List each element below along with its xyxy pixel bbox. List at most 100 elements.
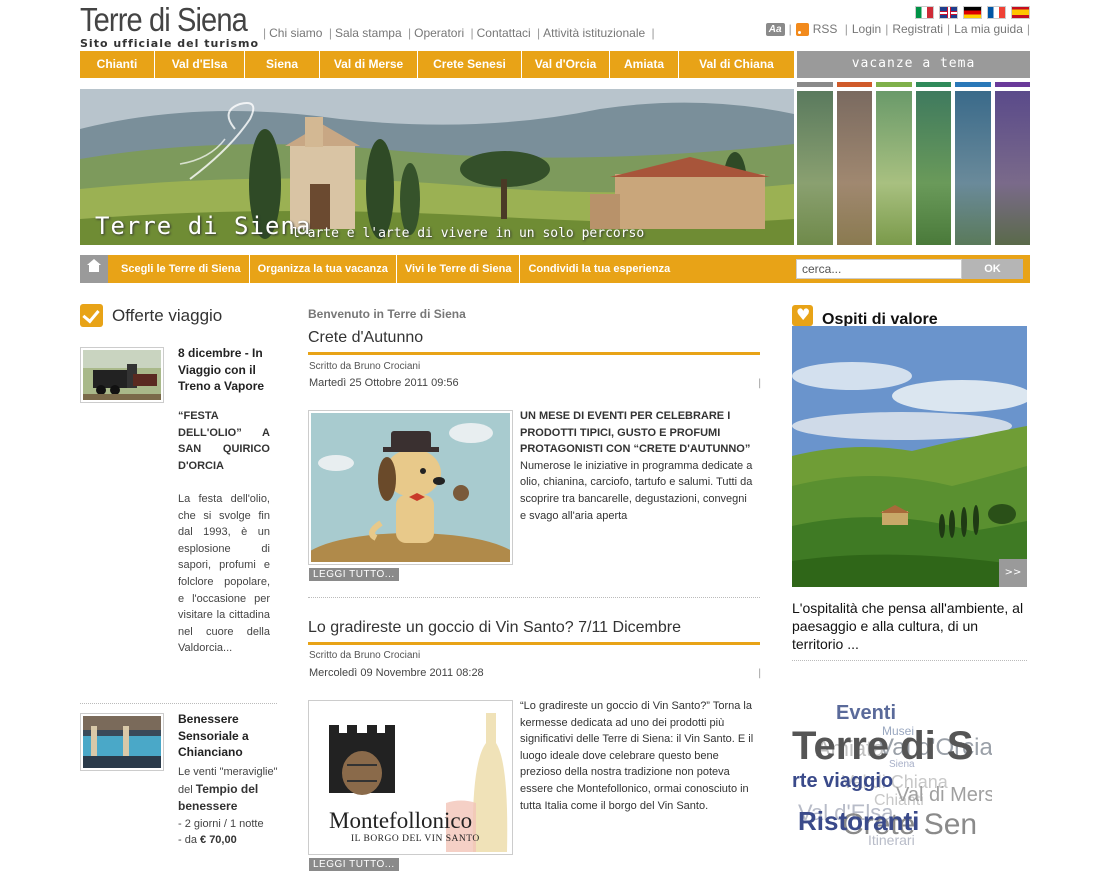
welcome-heading: Benvenuto in Terre di Siena [308, 307, 466, 321]
article-underline [308, 352, 760, 355]
article-title-crete[interactable]: Crete d'Autunno [308, 329, 423, 347]
article-title-vin-santo[interactable]: Lo gradireste un goccio di Vin Santo? 7/… [308, 619, 681, 637]
ospiti-next-button[interactable]: >> [999, 559, 1027, 587]
nav-val-d-orcia[interactable]: Val d'Orcia [522, 51, 610, 78]
offer-title-benessere[interactable]: Benessere Sensoriale a Chianciano [178, 711, 278, 761]
home-icon [87, 259, 101, 272]
read-more-button-vin-santo[interactable]: LEGGI TUTTO... [309, 858, 399, 871]
dog-illustration [301, 413, 521, 593]
nav-amiata[interactable]: Amiata [610, 51, 679, 78]
offer-text-festa-olio: La festa dell'olio, che si svolge fin da… [178, 493, 270, 655]
spanish-flag-icon[interactable] [1011, 6, 1030, 19]
article-date: Martedì 25 Ottobre 2011 09:56 [309, 377, 459, 389]
article-bold-intro-crete: UN MESE DI EVENTI PER CELEBRARE I PRODOT… [520, 410, 751, 456]
theme-strips [797, 82, 1030, 245]
article-text-crete: UN MESE DI EVENTI PER CELEBRARE I PRODOT… [520, 408, 755, 524]
search-input[interactable] [796, 259, 962, 279]
theme-strip-4[interactable] [915, 82, 951, 245]
montefollonico-logo-text: Montefollonico [329, 808, 473, 833]
tag-arte-viaggio[interactable]: rte viaggio [792, 770, 893, 793]
offer-thumbnail-spa[interactable] [80, 713, 164, 771]
nav-siena[interactable]: Siena [245, 51, 320, 78]
german-flag-icon[interactable] [963, 6, 982, 19]
secondary-nav: Scegli le Terre di Siena Organizza la tu… [113, 255, 678, 283]
ospiti-text[interactable]: L'ospitalità che pensa all'ambiente, al … [792, 599, 1032, 653]
nav-val-d-elsa[interactable]: Val d'Elsa [155, 51, 245, 78]
offer-price: € 70,00 [200, 834, 237, 847]
nav-vivi-terre-di-siena[interactable]: Vivi le Terre di Siena [397, 255, 521, 283]
tag-siena[interactable]: Siena [889, 759, 915, 770]
login-link[interactable]: Login [852, 22, 881, 36]
tag-terre-di-siena[interactable]: Terre di S [792, 724, 974, 769]
offer-text-benessere: Le venti "meraviglie" del Tempio del ben… [178, 764, 278, 849]
article-text-vin-santo: “Lo gradireste un goccio di Vin Santo?” … [520, 700, 754, 812]
nav-scegli-terre-di-siena[interactable]: Scegli le Terre di Siena [113, 255, 250, 283]
article-image-vin-santo[interactable]: Montefollonico IL BORGO DEL VIN SANTO [308, 700, 513, 855]
top-link-sala-stampa[interactable]: Sala stampa [335, 26, 402, 40]
checkmark-icon [80, 304, 103, 327]
top-links: | Chi siamo | Sala stampa | Operatori | Cont… [263, 26, 655, 40]
article-underline-2 [308, 642, 760, 645]
theme-strip-1[interactable] [797, 82, 833, 245]
article-author: Scritto da Bruno Crociani [309, 361, 421, 372]
read-more-button-crete[interactable]: LEGGI TUTTO... [309, 568, 399, 581]
article-body-crete: Numerose le iniziative in programma dedi… [520, 459, 753, 522]
offerte-title: Offerte viaggio [112, 306, 223, 325]
spa-image [83, 716, 161, 768]
top-link-contattaci[interactable]: Contattaci [477, 26, 531, 40]
offer-thumbnail-train[interactable] [80, 347, 164, 403]
font-size-button[interactable]: Aa [765, 22, 785, 36]
banner-tagline: l'arte e l'arte di vivere in un solo per… [292, 226, 645, 241]
search-button[interactable]: OK [962, 259, 1023, 279]
top-link-operatori[interactable]: Operatori [414, 26, 464, 40]
la-mia-guida-link[interactable]: La mia guida [954, 22, 1023, 36]
main-nav: Chianti Val d'Elsa Siena Val di Merse Cr… [80, 51, 794, 78]
tag-itinerari[interactable]: Itinerari [868, 832, 915, 848]
theme-strip-2[interactable] [836, 82, 872, 245]
article-divider-mark: | [758, 378, 762, 389]
heart-icon [792, 305, 813, 326]
site-logo-subtitle: Sito ufficiale del turismo [80, 37, 260, 50]
tag-eventi[interactable]: Eventi [836, 702, 896, 725]
user-links: Aa | RSS | Login | Registrati | La mia guid… [765, 22, 1030, 36]
theme-strip-6[interactable] [994, 82, 1030, 245]
language-flags [915, 6, 1030, 19]
nav-crete-senesi[interactable]: Crete Senesi [418, 51, 522, 78]
train-image [83, 350, 161, 400]
italian-flag-icon[interactable] [915, 6, 934, 19]
nav-chianti[interactable]: Chianti [80, 51, 155, 78]
nav-organizza-vacanza[interactable]: Organizza la tua vacanza [250, 255, 397, 283]
rss-icon[interactable] [795, 22, 809, 36]
article-image-crete[interactable] [301, 410, 521, 593]
article-date-2: Mercoledì 09 Novembre 2011 08:28 [309, 667, 484, 679]
theme-strip-5[interactable] [955, 82, 991, 245]
offer-subtitle-festa-olio: “FESTA DELL'OLIO” A SAN QUIRICO D'ORCIA [178, 410, 270, 472]
banner-title: Terre di Siena [95, 212, 312, 240]
offer-divider [80, 703, 277, 704]
top-link-attivita-istituzionale[interactable]: Attività istituzionale [543, 26, 645, 40]
theme-strip-3[interactable] [876, 82, 912, 245]
tag-cloud: Eventi Musei Amiata Val d'Orcia Terre di… [792, 700, 992, 860]
top-link-chi-siamo[interactable]: Chi siamo [269, 26, 322, 40]
offer-title-treno[interactable]: 8 dicembre - In Viaggio con il Treno a V… [178, 345, 278, 395]
tag-val-di-merse[interactable]: Val di Mers [896, 784, 992, 807]
article-divider [308, 597, 760, 598]
offer-text-da: - da [178, 834, 201, 847]
registrati-link[interactable]: Registrati [892, 22, 943, 36]
home-button[interactable] [80, 255, 108, 283]
french-flag-icon[interactable] [987, 6, 1006, 19]
ospiti-divider [792, 660, 1027, 661]
vacanze-a-tema-button[interactable]: vacanze a tema [797, 51, 1030, 78]
montefollonico-logo-subtitle: IL BORGO DEL VIN SANTO [351, 834, 480, 844]
ospiti-image[interactable] [792, 326, 1027, 587]
site-logo-title[interactable]: Terre di Siena [80, 2, 248, 38]
nav-val-di-merse[interactable]: Val di Merse [320, 51, 418, 78]
tuscan-landscape-image [792, 326, 1027, 587]
article-divider-mark-2: | [758, 668, 762, 679]
article-author-2: Scritto da Bruno Crociani [309, 650, 421, 661]
rss-link[interactable]: RSS [813, 22, 838, 36]
nav-condividi-esperienza[interactable]: Condividi la tua esperienza [520, 255, 678, 283]
nav-val-di-chiana[interactable]: Val di Chiana [679, 51, 794, 78]
offer-text-durata: - 2 giorni / 1 notte [178, 817, 264, 830]
english-flag-icon[interactable] [939, 6, 958, 19]
